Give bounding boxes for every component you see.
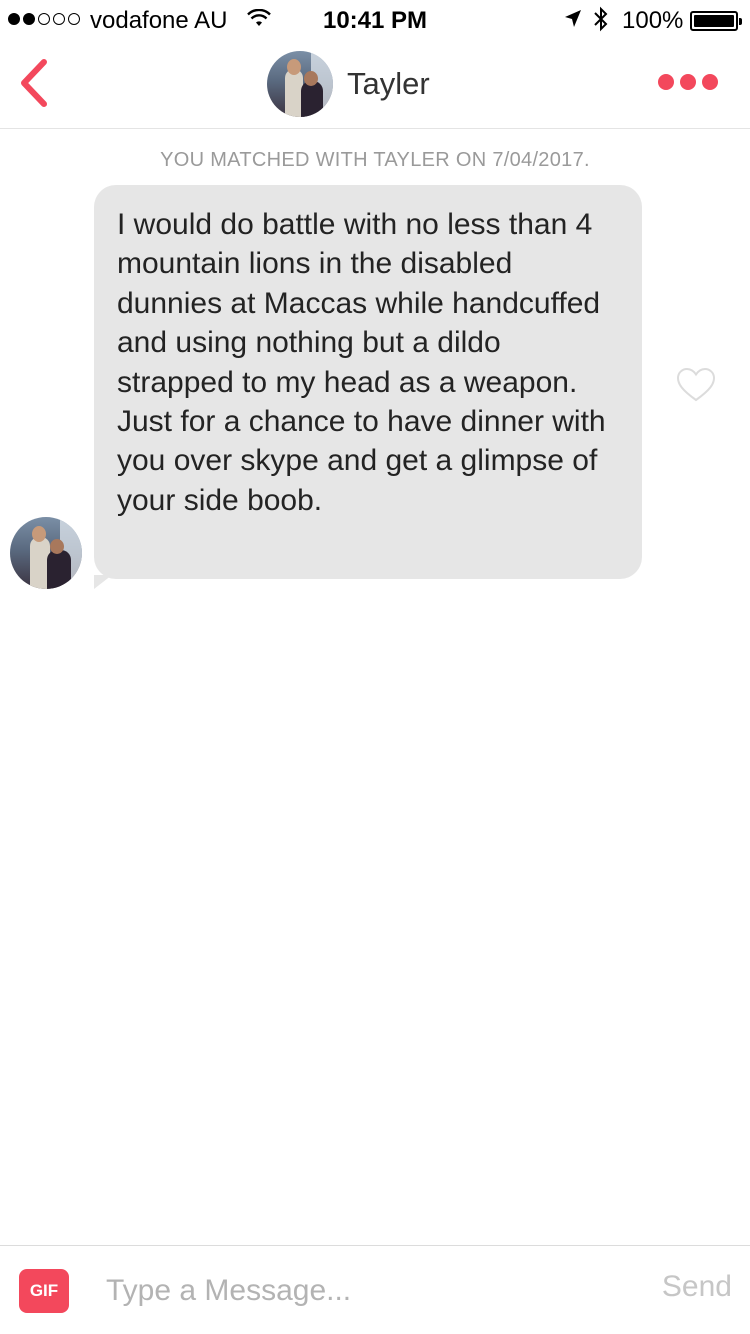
gif-button[interactable]: GIF (19, 1269, 69, 1313)
message-composer: GIF Send (0, 1245, 750, 1334)
more-dots-icon (658, 74, 674, 90)
message-text: I would do battle with no less than 4 mo… (117, 208, 606, 517)
message-input[interactable] (106, 1268, 626, 1314)
bluetooth-icon (592, 6, 610, 39)
like-heart-icon[interactable] (676, 367, 716, 408)
match-notice: YOU MATCHED WITH TAYLER ON 7/04/2017. (160, 149, 590, 171)
sender-avatar[interactable] (10, 517, 82, 589)
more-options-button[interactable] (658, 74, 718, 90)
send-button[interactable]: Send (662, 1270, 732, 1304)
message-bubble[interactable]: I would do battle with no less than 4 mo… (94, 185, 642, 589)
avatar (10, 517, 82, 589)
chevron-left-icon (21, 59, 47, 107)
avatar[interactable] (267, 51, 333, 117)
battery-percentage: 100% (622, 7, 684, 34)
back-button[interactable] (14, 56, 58, 110)
chat-header: Tayler (0, 40, 750, 129)
contact-profile-link[interactable]: Tayler (267, 51, 430, 117)
location-arrow-icon (563, 8, 583, 37)
chat-screen: vodafone AU 10:41 PM 100% Tayler YOU MAT… (0, 0, 750, 1334)
battery-icon (690, 11, 742, 31)
contact-name[interactable]: Tayler (347, 66, 430, 102)
status-bar: vodafone AU 10:41 PM 100% (0, 0, 750, 40)
